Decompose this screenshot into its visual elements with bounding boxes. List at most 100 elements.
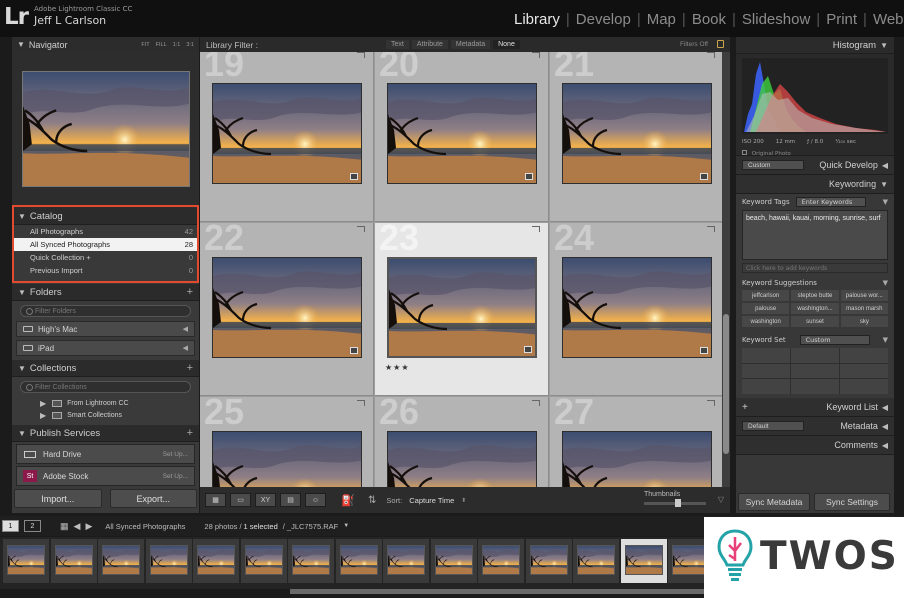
module-slideshow[interactable]: Slideshow (736, 11, 816, 28)
back-arrow-icon[interactable]: ◀ (74, 521, 81, 532)
primary-display-button[interactable]: 1 (2, 520, 19, 532)
edit-badge-icon[interactable] (524, 346, 532, 353)
publish-services-header[interactable]: ▼ Publish Services + (12, 425, 199, 442)
filmstrip-thumbnail[interactable] (624, 545, 663, 575)
filmstrip-thumbnail[interactable] (577, 545, 615, 575)
sync-settings-button[interactable]: Sync Settings (814, 493, 890, 511)
collection-set-smart-collections[interactable]: ▶ Smart Collections (12, 409, 199, 421)
filmstrip-frame[interactable] (98, 539, 144, 583)
filmstrip-frame[interactable] (288, 539, 334, 583)
keyword-tags-mode-select[interactable]: Enter Keywords (795, 197, 866, 207)
publish-adobe-stock[interactable]: St Adobe Stock Set Up... (16, 466, 195, 486)
grid-scrollbar[interactable] (722, 52, 730, 487)
module-book[interactable]: Book (686, 11, 732, 28)
keyword-suggestions-arrow-icon[interactable]: ▼ (883, 279, 888, 287)
volume-ipad[interactable]: iPad ◀ (16, 340, 195, 356)
thumbnail-size-slider[interactable] (644, 499, 706, 507)
forward-arrow-icon[interactable]: ▶ (85, 521, 92, 532)
filter-attribute[interactable]: Attribute (411, 40, 448, 49)
keyword-set-slot[interactable] (742, 348, 790, 363)
filmstrip-thumbnail[interactable] (387, 545, 425, 575)
filmstrip-frame[interactable] (50, 539, 97, 583)
keyword-set-slot[interactable] (791, 379, 839, 394)
filters-off-menu[interactable]: Filters Off (680, 41, 708, 48)
keyword-suggestion[interactable]: sky (840, 316, 888, 327)
compare-view-button[interactable]: XY (255, 493, 276, 507)
keywording-header[interactable]: Keywording ▼ (736, 175, 894, 194)
star-rating[interactable]: ★★★ (385, 363, 410, 372)
photo-thumbnail[interactable] (212, 83, 362, 184)
filmstrip-thumbnail[interactable] (149, 545, 188, 575)
navigator-photo[interactable] (21, 70, 191, 188)
grid-cell[interactable]: 25 (200, 397, 374, 487)
filmstrip-thumbnail[interactable] (339, 545, 378, 575)
photo-thumbnail[interactable] (562, 257, 712, 358)
quick-develop-header[interactable]: Custom Quick Develop ◀ (736, 156, 894, 175)
photo-thumbnail[interactable] (212, 431, 362, 487)
catalog-item-all-synced[interactable]: All Synced Photographs 28 (12, 238, 199, 251)
thumbnail-size-knob[interactable] (675, 499, 681, 507)
keyword-set-select[interactable]: Custom (799, 335, 870, 345)
photo-thumbnail[interactable] (387, 83, 537, 184)
keyword-suggestion[interactable]: jeffcarlson (742, 290, 790, 301)
module-map[interactable]: Map (641, 11, 682, 28)
collections-header[interactable]: ▼ Collections + (12, 360, 199, 377)
filename-dropdown-icon[interactable]: ▼ (343, 523, 349, 529)
keyword-suggestion[interactable]: washington... (791, 303, 839, 314)
filmstrip-frame[interactable] (335, 539, 382, 583)
edit-badge-icon[interactable] (350, 347, 358, 354)
keyword-suggestion[interactable]: mason marsh (840, 303, 888, 314)
publish-hard-drive[interactable]: Hard Drive Set Up... (16, 444, 195, 464)
grid-view-button[interactable]: ▦ (205, 493, 226, 507)
grid-mode-icon[interactable]: ▦ (60, 521, 69, 532)
grid-cell[interactable]: 21 (550, 52, 724, 222)
toolbar-menu-arrow-icon[interactable]: ▽ (718, 495, 724, 504)
import-button[interactable]: Import... (14, 489, 102, 508)
keyword-suggestion[interactable]: palouse (742, 303, 790, 314)
export-button[interactable]: Export... (109, 489, 197, 508)
zoom-fill[interactable]: FILL (156, 42, 167, 48)
grid-cell[interactable]: 26 (375, 397, 549, 487)
edit-badge-icon[interactable] (700, 173, 708, 180)
filmstrip-thumbnail[interactable] (292, 545, 330, 575)
keyword-set-slot[interactable] (791, 348, 839, 363)
filmstrip-thumbnail[interactable] (7, 545, 45, 575)
metadata-preset-select[interactable]: Default (742, 421, 804, 431)
filmstrip-thumbnail[interactable] (197, 545, 235, 575)
quick-develop-preset-select[interactable]: Custom (742, 160, 804, 170)
add-collection-icon[interactable]: + (187, 362, 193, 374)
photo-thumbnail[interactable] (212, 257, 362, 358)
sync-metadata-button[interactable]: Sync Metadata (738, 493, 810, 511)
keyword-tags-arrow-icon[interactable]: ▼ (883, 198, 888, 206)
lock-icon[interactable] (717, 40, 724, 48)
grid-scrollbar-thumb[interactable] (723, 314, 729, 454)
filter-collections-input[interactable]: Filter Collections (20, 381, 191, 393)
keyword-suggestion[interactable]: steptoe butte (791, 290, 839, 301)
collection-set-from-lightroom-cc[interactable]: ▶ From Lightroom CC (12, 397, 199, 409)
catalog-item-quick-collection[interactable]: Quick Collection + 0 (12, 251, 199, 264)
zoom-fit[interactable]: FIT (141, 42, 149, 48)
filmstrip-frame[interactable] (478, 539, 524, 583)
filmstrip-frame[interactable] (383, 539, 429, 583)
keyword-set-slot[interactable] (840, 348, 888, 363)
secondary-display-button[interactable]: 2 (24, 520, 41, 532)
rotate-corner-icon[interactable] (357, 52, 365, 58)
filmstrip-frame[interactable] (573, 539, 619, 583)
add-keyword-icon[interactable]: + (742, 402, 748, 413)
module-web[interactable]: Web (867, 11, 904, 28)
grid-cell[interactable]: 19 (200, 52, 374, 222)
rotate-corner-icon[interactable] (707, 400, 715, 406)
filmstrip-frame[interactable] (240, 539, 287, 583)
comments-header[interactable]: Comments ◀ (736, 436, 894, 455)
rotate-corner-icon[interactable] (532, 400, 540, 406)
setup-link[interactable]: Set Up... (163, 451, 188, 458)
filmstrip-thumbnail[interactable] (54, 545, 93, 575)
edit-badge-icon[interactable] (350, 173, 358, 180)
catalog-header[interactable]: ▼ Catalog (12, 208, 199, 225)
spray-can-icon[interactable]: ⛽ (340, 494, 356, 507)
edit-badge-icon[interactable] (525, 173, 533, 180)
filter-metadata[interactable]: Metadata (450, 40, 491, 49)
filmstrip-frame[interactable] (668, 539, 705, 583)
filmstrip-thumbnail[interactable] (672, 545, 705, 575)
photo-thumbnail[interactable] (562, 431, 712, 487)
